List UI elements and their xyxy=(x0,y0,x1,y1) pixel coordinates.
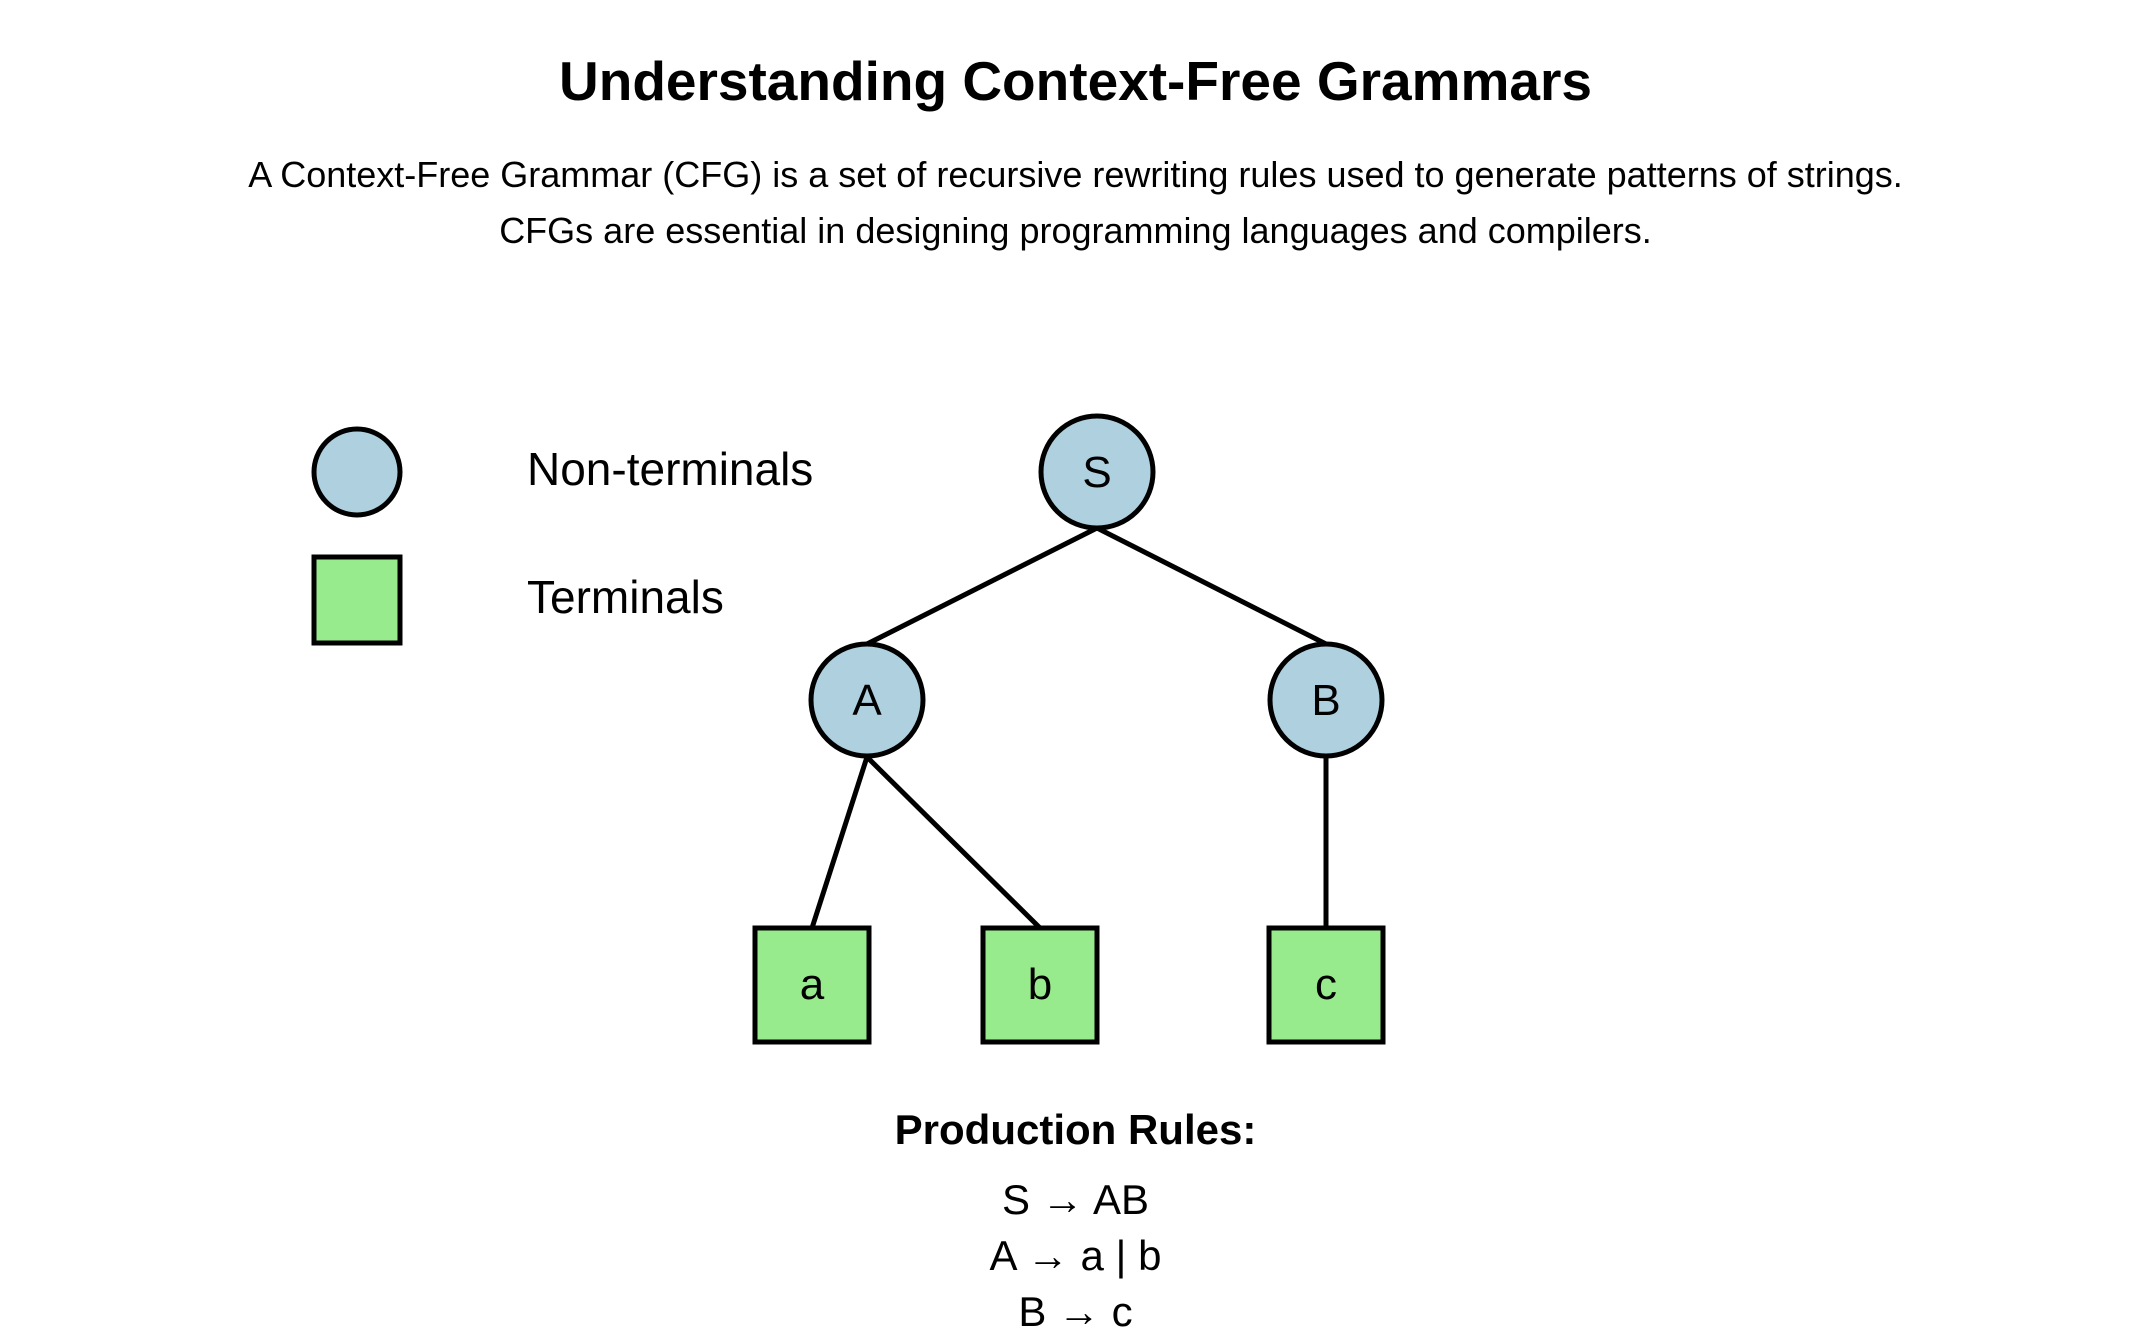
legend-nonterminal-label: Non-terminals xyxy=(527,443,813,495)
production-rules-title: Production Rules: xyxy=(894,1106,1257,1153)
edge-A-b xyxy=(865,755,1042,930)
legend: Non-terminals Terminals xyxy=(311,426,813,646)
edge-S-A xyxy=(865,525,1099,647)
node-B-label: B xyxy=(1311,676,1340,725)
legend-terminal-label: Terminals xyxy=(527,571,724,623)
legend-nonterminal-swatch xyxy=(311,426,403,518)
edge-S-B xyxy=(1095,525,1328,647)
production-rules-list: S → AB A → a | b B → c xyxy=(0,1172,2151,1340)
node-B: B xyxy=(1267,641,1385,759)
node-A-label: A xyxy=(852,676,882,725)
rule-item: S → AB xyxy=(1001,1176,1150,1223)
rule-item: A → a | b xyxy=(989,1232,1162,1279)
node-c-label: c xyxy=(1315,960,1337,1009)
node-c: c xyxy=(1266,925,1386,1045)
node-S: S xyxy=(1038,413,1156,531)
node-b-label: b xyxy=(1028,960,1052,1009)
node-a-label: a xyxy=(800,960,825,1009)
edge-A-a xyxy=(809,756,870,929)
node-S-label: S xyxy=(1082,448,1111,497)
node-A: A xyxy=(808,641,926,759)
rule-item: B → c xyxy=(1018,1288,1133,1335)
node-a: a xyxy=(752,925,872,1045)
node-b: b xyxy=(980,925,1100,1045)
legend-terminal-swatch xyxy=(311,554,403,646)
production-rules: Production Rules: S → AB A → a | b B → c xyxy=(0,1100,2151,1340)
